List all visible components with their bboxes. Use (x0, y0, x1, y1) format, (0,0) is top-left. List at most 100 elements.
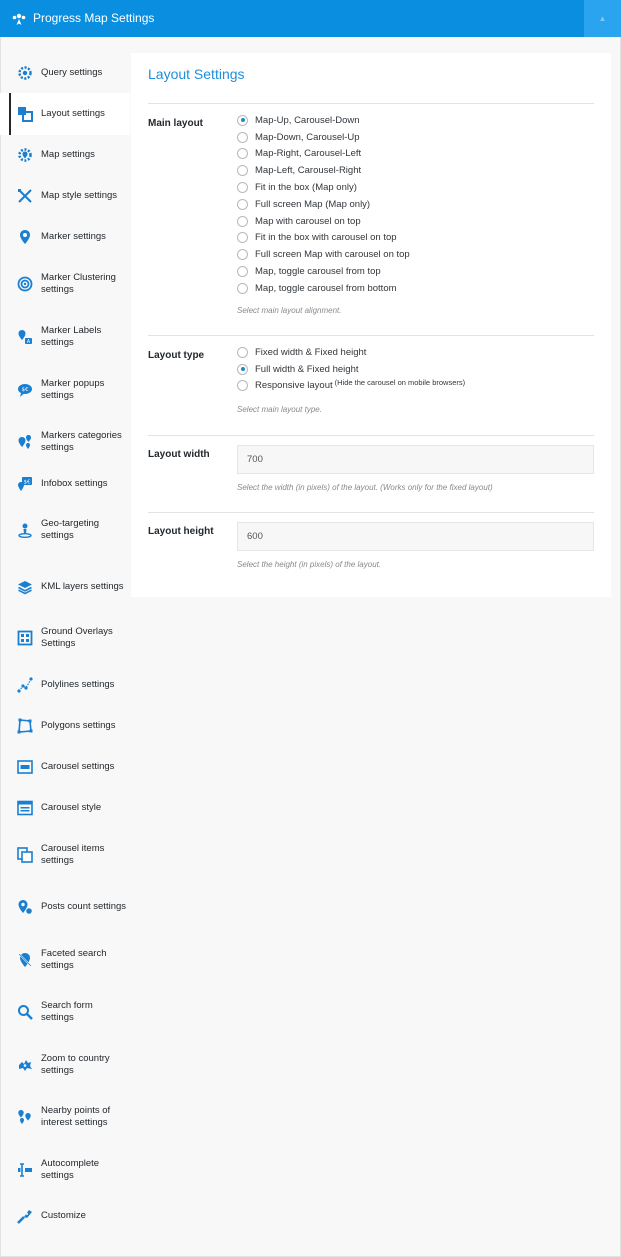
radio-button[interactable] (237, 114, 248, 126)
radio-button[interactable] (237, 266, 248, 278)
sidebar-item-polygons-settings[interactable]: Polygons settings (0, 706, 130, 746)
radio-button[interactable] (237, 380, 248, 392)
sidebar-item-label: Marker Clustering settings (41, 272, 116, 295)
layout-height-help: Select the height (in pixels) of the lay… (237, 560, 382, 569)
sidebar-item-label: Zoom to country settings (41, 1052, 110, 1076)
layout-type-option[interactable]: Full width & Fixed height (237, 361, 465, 378)
sidebar-item-marker-settings[interactable]: Marker settings (0, 217, 130, 257)
radio-button[interactable] (237, 282, 248, 294)
sidebar-item-zoom-to-country-settings[interactable]: Zoom to country settings (0, 1038, 130, 1091)
sidebar-item-posts-count-settings[interactable]: Posts count settings (0, 881, 130, 933)
popup-icon: $€ (16, 381, 34, 399)
sidebar-item-query-settings[interactable]: Query settings (0, 55, 130, 91)
main-layout-option[interactable]: Map-Left, Carousel-Right (237, 162, 410, 179)
ground-overlay-icon (16, 629, 34, 647)
sidebar-item-map-style-settings[interactable]: Map style settings (0, 175, 130, 217)
map-gear-icon (16, 146, 34, 164)
sidebar-item-faceted-search-settings[interactable]: Faceted search settings (0, 933, 130, 986)
radio-button[interactable] (237, 198, 248, 210)
zoom-country-icon (16, 1056, 34, 1074)
cluster-icon (16, 275, 34, 293)
sidebar-item-layout-settings[interactable]: Layout settings (0, 93, 130, 135)
radio-button[interactable] (237, 215, 248, 227)
layout-height-input[interactable]: 600 (237, 522, 594, 551)
radio-button[interactable] (237, 131, 248, 143)
divider (148, 512, 594, 513)
polyline-icon (16, 676, 34, 694)
sidebar-item-label: Map settings (41, 149, 95, 160)
sidebar-item-autocomplete-settings[interactable]: Autocomplete settings (0, 1143, 130, 1196)
main-layout-option[interactable]: Map, toggle carousel from bottom (237, 280, 410, 297)
divider (148, 103, 594, 104)
sidebar-item-label: Faceted search settings (41, 947, 107, 971)
sidebar-item-label: Polylines settings (41, 679, 115, 690)
divider (148, 335, 594, 336)
main-layout-option[interactable]: Fit in the box with carousel on top (237, 230, 410, 247)
sidebar-item-label: Infobox settings (41, 477, 108, 489)
sidebar-item-label: Search form settings (41, 1000, 93, 1023)
main-layout-help: Select main layout alignment. (237, 306, 342, 315)
main-layout-option[interactable]: Full screen Map with carousel on top (237, 246, 410, 263)
radio-button[interactable] (237, 165, 248, 177)
progress-map-logo-icon (12, 13, 26, 25)
sidebar-item-ground-overlays-settings[interactable]: Ground Overlays Settings (0, 612, 130, 664)
sidebar-item-marker-clustering-settings[interactable]: Marker Clustering settings (0, 257, 130, 311)
sidebar-item-carousel-settings[interactable]: Carousel settings (0, 746, 130, 788)
radio-button[interactable] (237, 182, 248, 194)
sidebar-item-label: Carousel settings (41, 761, 115, 772)
sidebar-item-carousel-items-settings[interactable]: Carousel items settings (0, 828, 130, 881)
sidebar-item-marker-popups-settings[interactable]: $€ Marker popups settings (0, 363, 130, 416)
collapse-button[interactable]: ▲ (584, 0, 621, 37)
layout-width-input[interactable]: 700 (237, 445, 594, 474)
layout-type-radio-group: Fixed width & Fixed height Full width & … (237, 344, 465, 394)
radio-button[interactable] (237, 346, 248, 358)
sidebar-item-map-settings[interactable]: Map settings (0, 135, 130, 175)
layout-type-label: Layout type (148, 350, 205, 361)
radio-button[interactable] (237, 249, 248, 261)
posts-count-icon (16, 898, 34, 916)
sidebar-item-label: Marker popups settings (41, 377, 105, 401)
main-layout-option[interactable]: Map with carousel on top (237, 213, 410, 230)
sidebar: Query settings Layout settings Map setti… (0, 37, 130, 1236)
sidebar-item-label: Nearby points of interest settings (41, 1105, 111, 1128)
sidebar-item-nearby-points-of-interest-settings[interactable]: Nearby points of interest settings (0, 1091, 130, 1143)
categories-icon (16, 433, 34, 451)
sidebar-item-label: Carousel items settings (41, 842, 105, 866)
main-layout-option[interactable]: Fit in the box (Map only) (237, 179, 410, 196)
sidebar-item-label: KML layers settings (41, 580, 124, 592)
main-layout-option[interactable]: Full screen Map (Map only) (237, 196, 410, 213)
layout-type-option[interactable]: Fixed width & Fixed height (237, 344, 465, 361)
sidebar-item-markers-categories-settings[interactable]: Markers categories settings (0, 416, 130, 468)
layout-height-label: Layout height (148, 526, 214, 537)
marker-icon (16, 228, 34, 246)
sidebar-item-label: Posts count settings (41, 901, 127, 912)
sidebar-item-label: Carousel style (41, 802, 102, 813)
layout-width-label: Layout width (148, 449, 210, 460)
radio-button[interactable] (237, 148, 248, 160)
sidebar-item-carousel-style[interactable]: Carousel style (0, 788, 130, 828)
sidebar-item-polylines-settings[interactable]: Polylines settings (0, 664, 130, 706)
main-layout-option[interactable]: Map, toggle carousel from top (237, 263, 410, 280)
sidebar-item-label: Autocomplete settings (41, 1157, 100, 1181)
svg-text:$€: $€ (24, 479, 31, 485)
carousel-icon (16, 758, 34, 776)
sidebar-item-label: Layout settings (41, 108, 105, 119)
layout-icon (16, 105, 34, 123)
sidebar-item-marker-labels-settings[interactable]: A Marker Labels settings (0, 311, 130, 363)
sidebar-item-search-form-settings[interactable]: Search form settings (0, 986, 130, 1038)
main-layout-option[interactable]: Map-Down, Carousel-Up (237, 129, 410, 146)
sidebar-item-infobox-settings[interactable]: $€ Infobox settings (0, 468, 130, 499)
main-layout-option[interactable]: Map-Right, Carousel-Left (237, 146, 410, 163)
sidebar-item-kml-layers-settings[interactable]: KML layers settings (0, 561, 130, 612)
sidebar-item-geo-targeting-settings[interactable]: Geo-targeting settings (0, 499, 130, 561)
sidebar-item-label: Geo-targeting settings (41, 518, 100, 541)
radio-button[interactable] (237, 363, 248, 375)
sidebar-item-label: Map style settings (41, 190, 118, 201)
sidebar-item-customize[interactable]: Customize (0, 1196, 130, 1236)
top-bar: Progress Map Settings ▲ (0, 0, 621, 37)
main-layout-option[interactable]: Map-Up, Carousel-Down (237, 112, 410, 129)
layers-icon (16, 578, 34, 596)
radio-button[interactable] (237, 232, 248, 244)
layout-type-option[interactable]: Responsive layout (Hide the carousel on m… (237, 378, 465, 395)
map-style-icon (16, 187, 34, 205)
